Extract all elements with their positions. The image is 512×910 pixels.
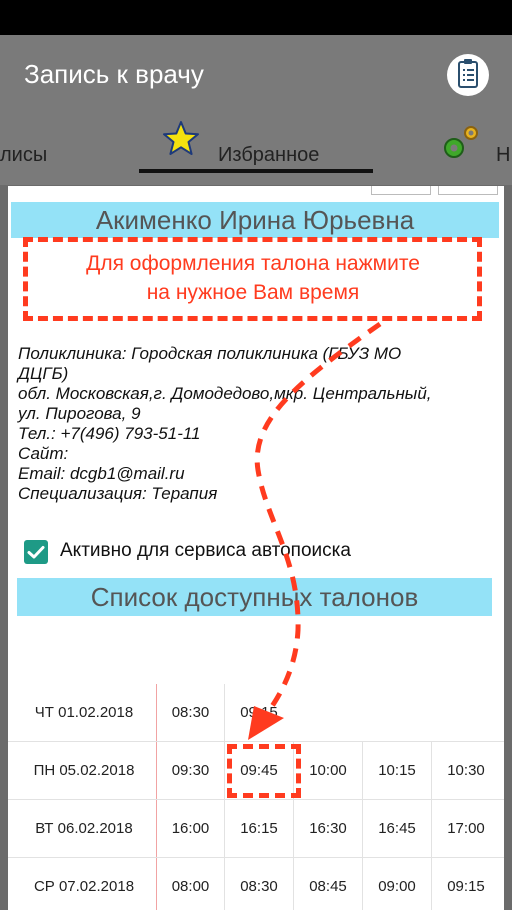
target-slot-annotation	[227, 744, 301, 798]
arrow-head-icon	[248, 706, 284, 740]
